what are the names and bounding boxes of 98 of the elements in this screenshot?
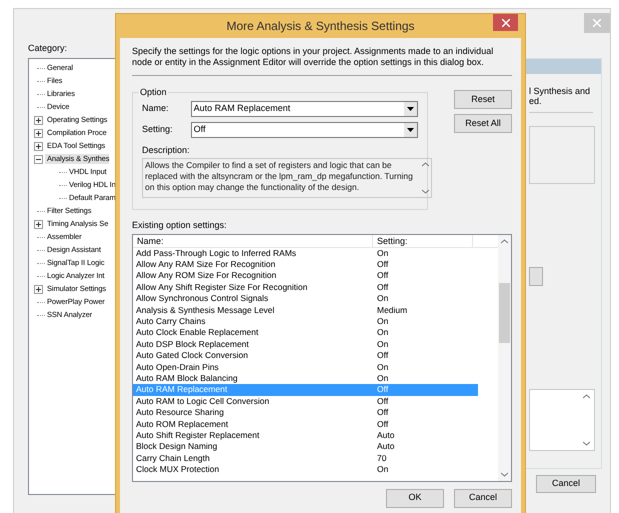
scrollbar[interactable]: [498, 234, 511, 480]
table-cell-text: Auto DSP Block Replacement: [135, 338, 250, 350]
table-cell-text: Auto RAM Block Balancing: [135, 372, 239, 384]
table-cell-text: On: [376, 248, 388, 259]
table-row[interactable]: Auto Shift Register Replacement Auto: [133, 430, 478, 442]
table-cell-text: Off: [376, 384, 388, 396]
scroll-down-icon[interactable]: [583, 441, 590, 446]
table-cell-text: Allow Any Shift Register Size For Recognition: [135, 282, 308, 293]
scroll-thumb[interactable]: [499, 282, 510, 342]
dropdown-arrow-icon: [407, 128, 414, 132]
scroll-down-icon[interactable]: [422, 189, 428, 194]
table-row[interactable]: Auto Gated Clock Conversion Off: [133, 350, 478, 362]
reset-all-button[interactable]: Reset All: [454, 114, 512, 133]
table-cell-text: Off: [376, 282, 388, 293]
table-cell-text: Allow Synchronous Control Signals: [135, 293, 270, 304]
close-icon: [502, 18, 510, 26]
expand-icon[interactable]: [34, 284, 42, 294]
field-label: Setting:: [142, 123, 174, 136]
scroll-up-icon[interactable]: [501, 238, 508, 244]
table-cell-text: Clock MUX Protection: [135, 464, 220, 476]
description-box: Allows the Compiler to find a set of registers and logic that can be replaced with the altsyncram or the lpm_ram_dp megafunction. Turning on this option may change the functionality of the design.: [142, 158, 432, 198]
table-cell-text: Off: [376, 259, 388, 270]
table-cell-text: On: [376, 464, 388, 476]
field-label: Name:: [142, 102, 170, 116]
table-cell-text: On: [376, 327, 388, 338]
table-row[interactable]: Clock MUX Protection On: [133, 464, 478, 476]
table-cell-text: On: [376, 338, 388, 350]
field-label: Description:: [142, 145, 191, 155]
table-cell-text: 70: [376, 452, 386, 464]
cancel-button[interactable]: Cancel: [454, 488, 512, 508]
ok-button[interactable]: OK: [386, 488, 444, 508]
close-icon: [593, 19, 601, 27]
table-cell-text: Block Design Naming: [135, 441, 218, 452]
table-row[interactable]: Auto RAM to Logic Cell Conversion Off: [133, 396, 478, 407]
table-cell-text: Allow Any RAM Size For Recognition: [135, 259, 276, 270]
table-row[interactable]: Allow Any Shift Register Size For Recognition Off: [133, 282, 478, 294]
table-row[interactable]: Analysis & Synthesis Message Level Medium: [133, 304, 478, 316]
column-header[interactable]: Setting:: [373, 234, 473, 246]
table-cell-text: Auto: [376, 430, 394, 441]
table-cell-text: Off: [376, 396, 388, 407]
table-cell-text: Allow Any ROM Size For Recognition: [135, 270, 278, 282]
panel-text: l Synthesis and: [529, 86, 592, 96]
group-label: Option: [139, 87, 168, 97]
table-row[interactable]: Auto ROM Replacement Off: [133, 418, 478, 430]
table-cell-text: Off: [376, 350, 388, 362]
dialog-title: More Analysis & Synthesis Settings: [226, 18, 415, 35]
table-row[interactable]: Carry Chain Length 70: [133, 452, 478, 464]
table-cell-text: Medium: [376, 304, 408, 316]
table-cell-text: Off: [376, 418, 388, 430]
table-row[interactable]: Auto Carry Chains On: [133, 316, 478, 328]
name-dropdown[interactable]: Auto RAM Replacement: [190, 101, 418, 117]
table-cell-text: On: [376, 362, 388, 373]
scroll-up-icon[interactable]: [583, 394, 590, 399]
table-row[interactable]: Block Design Naming Auto: [133, 441, 478, 453]
dropdown-arrow-icon: [407, 107, 414, 111]
table-cell-text: Auto Clock Enable Replacement: [135, 327, 260, 338]
expand-icon[interactable]: [34, 116, 42, 124]
intro-text: Specify the settings for the logic options in your project. Assignments made to an individual node or entity in the Assignment Editor will override the option settings in this dialog box.: [132, 46, 494, 68]
table-cell-text: Carry Chain Length: [135, 452, 211, 464]
scroll-up-icon[interactable]: [422, 162, 428, 167]
table-cell-text: Auto: [376, 441, 394, 452]
panel-text: ed.: [529, 96, 543, 106]
table-row[interactable]: Add Pass-Through Logic to Inferred RAMs On: [133, 248, 478, 259]
column-header[interactable]: Name:: [133, 234, 373, 246]
table-cell-text: Auto Carry Chains: [135, 316, 206, 328]
table-row[interactable]: Auto Open-Drain Pins On: [133, 361, 478, 373]
existing-settings-label: Existing option settings:: [132, 219, 228, 232]
table-cell-text: Off: [376, 407, 388, 418]
table-row[interactable]: Allow Synchronous Control Signals On: [133, 293, 478, 304]
setting-dropdown[interactable]: Off: [190, 122, 418, 138]
scroll-down-icon[interactable]: [501, 472, 508, 476]
table-row[interactable]: Auto Resource Sharing Off: [133, 406, 478, 418]
table-cell-text: Off: [376, 270, 388, 282]
table-cell-text: On: [376, 316, 388, 328]
reset-button[interactable]: Reset: [454, 90, 512, 109]
table-cell-text: On: [376, 293, 388, 304]
table-cell-text: Auto Shift Register Replacement: [135, 430, 260, 441]
table-cell-text: Analysis & Synthesis Message Level: [135, 304, 276, 316]
table-row[interactable]: Auto RAM Block Balancing On: [133, 372, 478, 384]
table-row[interactable]: Auto Clock Enable Replacement On: [133, 327, 478, 339]
expand-icon[interactable]: [34, 142, 42, 150]
cancel-button[interactable]: Cancel: [536, 475, 596, 493]
close-button[interactable]: [493, 14, 518, 31]
table-cell-text: On: [376, 372, 388, 384]
expand-icon[interactable]: [34, 220, 42, 228]
table-cell-text: Auto Open-Drain Pins: [135, 362, 220, 373]
table-row[interactable]: Allow Any ROM Size For Recognition Off: [133, 270, 478, 282]
table-cell-text: Auto RAM to Logic Cell Conversion: [135, 396, 270, 407]
table-cell-text: Auto Gated Clock Conversion: [135, 350, 249, 362]
panel-box: [529, 126, 595, 184]
table-cell-text: Auto RAM Replacement: [135, 384, 228, 396]
table-cell-text: Add Pass-Through Logic to Inferred RAMs: [135, 248, 298, 259]
collapse-icon[interactable]: [34, 154, 42, 164]
table-cell-text: Auto ROM Replacement: [135, 418, 230, 430]
table-cell-text: Auto Resource Sharing: [135, 407, 225, 418]
table-row[interactable]: Allow Any RAM Size For Recognition Off: [133, 258, 478, 270]
table-row[interactable]: Auto DSP Block Replacement On: [133, 338, 478, 350]
expand-icon[interactable]: [34, 128, 42, 138]
